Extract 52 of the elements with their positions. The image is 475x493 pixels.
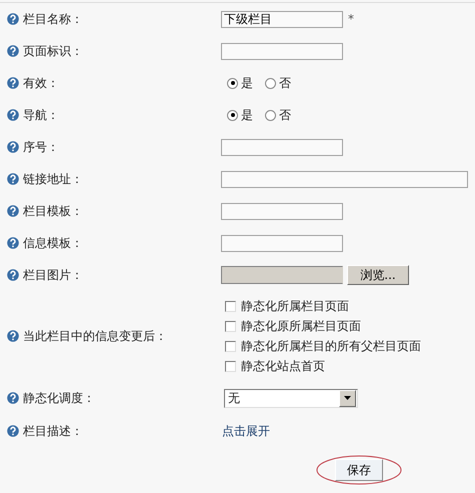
field-label: 栏目模板： [23, 202, 83, 220]
help-icon [7, 45, 19, 57]
field-label: 当此栏目中的信息变更后： [23, 328, 167, 344]
input-field[interactable] [221, 234, 343, 252]
required-mark: * [348, 12, 354, 26]
checkbox[interactable] [225, 300, 236, 312]
save-button[interactable]: 保存 [335, 459, 383, 481]
radio-label: 否 [279, 106, 291, 124]
browse-button[interactable]: 浏览... [347, 265, 409, 285]
help-icon [7, 109, 19, 121]
expand-link[interactable]: 点击展开 [222, 422, 270, 440]
field-label: 序号： [23, 138, 59, 156]
help-icon [7, 141, 19, 153]
field-label: 栏目描述： [23, 422, 83, 440]
radio-button[interactable] [265, 110, 276, 120]
help-icon [7, 330, 19, 342]
help-icon [7, 392, 19, 404]
checkbox[interactable] [225, 340, 236, 352]
help-icon [7, 237, 19, 249]
field-label: 栏目图片： [23, 266, 83, 284]
checkbox-label: 静态化所属栏目的所有父栏目页面 [241, 338, 421, 354]
radio-label: 否 [279, 74, 291, 92]
field-label: 页面标识： [23, 42, 83, 60]
checkbox-label: 静态化站点首页 [241, 358, 325, 374]
radio-button[interactable] [227, 110, 238, 120]
input-field[interactable] [221, 202, 343, 220]
checkbox[interactable] [225, 360, 236, 372]
radio-button[interactable] [265, 78, 276, 88]
input-field[interactable] [221, 138, 343, 156]
help-icon [7, 425, 19, 437]
radio-label: 是 [241, 74, 253, 92]
radio-button[interactable] [227, 78, 238, 88]
field-label: 有效： [23, 74, 59, 92]
checkbox[interactable] [225, 320, 236, 332]
field-label: 栏目名称： [23, 10, 83, 28]
dropdown[interactable]: 无 [224, 388, 358, 408]
field-label: 静态化调度： [23, 390, 95, 406]
help-icon [7, 13, 19, 25]
help-icon [7, 269, 19, 281]
radio-label: 是 [241, 106, 253, 124]
input-field[interactable]: 下级栏目 [221, 10, 343, 28]
input-field[interactable] [221, 42, 343, 60]
field-label: 信息模板： [23, 234, 83, 252]
input-field[interactable] [221, 170, 468, 188]
help-icon [7, 173, 19, 185]
checkbox-label: 静态化所属栏目页面 [241, 298, 349, 314]
file-path-field[interactable] [221, 266, 343, 284]
field-label: 导航： [23, 106, 59, 124]
help-icon [7, 77, 19, 89]
help-icon [7, 205, 19, 217]
checkbox-label: 静态化原所属栏目页面 [241, 318, 361, 334]
field-label: 链接地址： [23, 170, 83, 188]
